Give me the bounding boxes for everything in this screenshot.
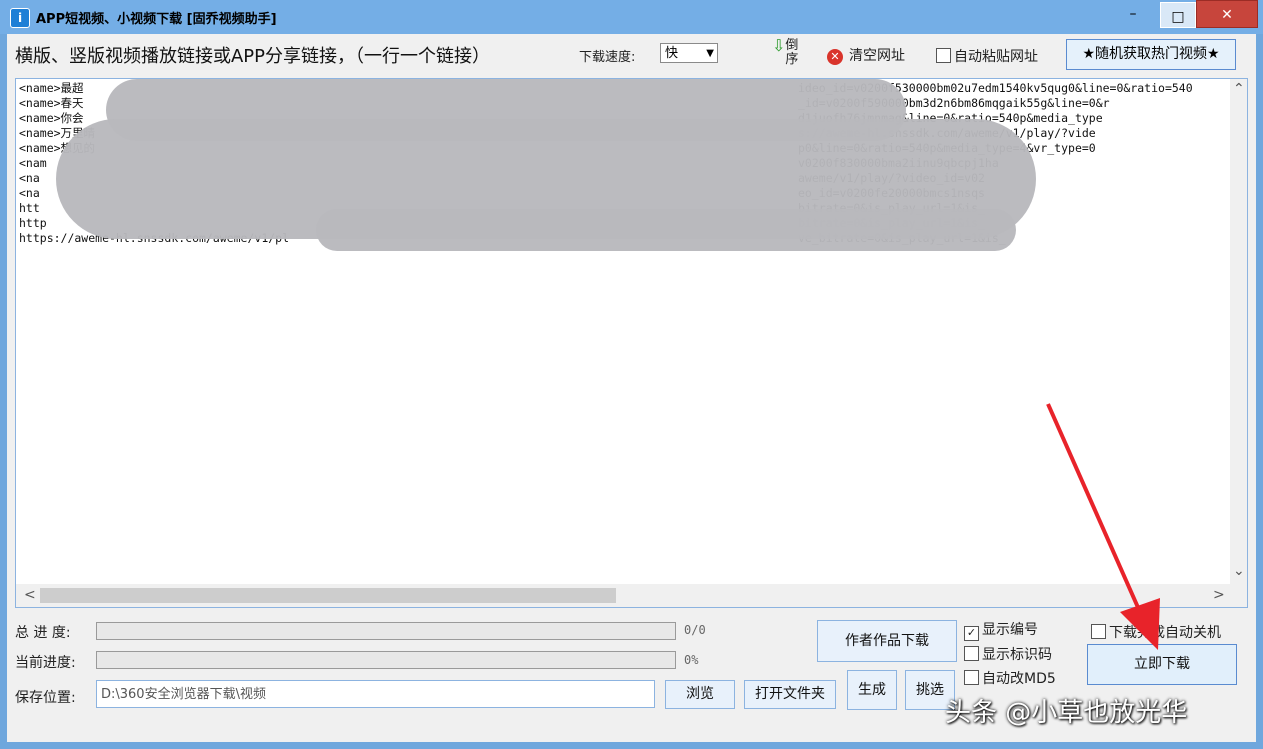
watermark-text: 头条 @小草也放光华 [945,698,1188,728]
annotation-arrow [1046,403,1160,650]
arrow-head [1120,598,1160,650]
arrow-shaft [1046,403,1142,613]
app-window: i APP短视频、小视频下载 [固乔视频助手] – □ ✕ 横版、竖版视频播放链… [0,0,1263,749]
